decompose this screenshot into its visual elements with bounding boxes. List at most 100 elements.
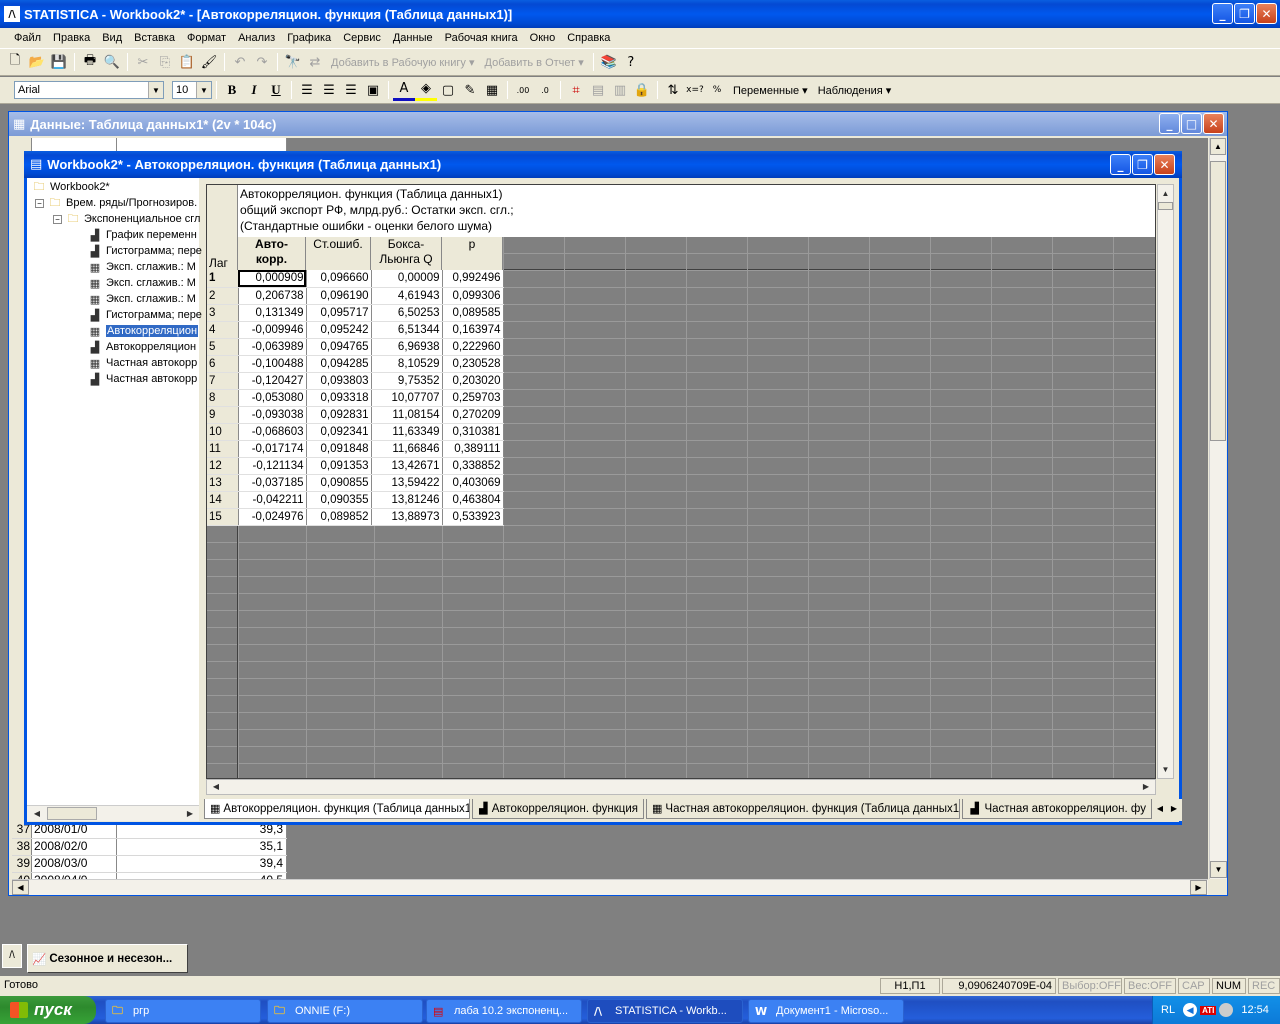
sheet-hscrollbar[interactable]: ◀ ▶ xyxy=(206,779,1156,795)
tree-item[interactable]: ▟ Автокорреляцион xyxy=(87,339,196,355)
lag-cell[interactable]: 8 xyxy=(207,389,239,407)
observations-menu[interactable]: Наблюдения ▾ xyxy=(813,84,897,97)
align-center-icon[interactable]: ☰ xyxy=(318,79,340,101)
variables-icon[interactable]: ⌗ xyxy=(565,79,587,101)
data-cell[interactable]: 0,310381 xyxy=(442,423,504,441)
tree-item[interactable]: ▦ Эксп. сглажив.: М xyxy=(87,259,196,275)
data-cell[interactable]: 13,42671 xyxy=(371,457,443,475)
network-icon[interactable]: ◀ xyxy=(1183,1003,1198,1017)
taskbar-item[interactable]: 🗀 ONNIE (F:) xyxy=(267,999,423,1023)
data-cell[interactable]: 0,389111 xyxy=(442,440,504,458)
data-cell[interactable]: 0,259703 xyxy=(442,389,504,407)
close-button[interactable]: ✕ xyxy=(1154,154,1175,175)
lag-cell[interactable]: 5 xyxy=(207,338,239,356)
align-right-icon[interactable]: ☰ xyxy=(340,79,362,101)
formula-icon[interactable]: x=? xyxy=(684,79,706,101)
sheet-tab[interactable]: ▟ Частная автокорреляцион. фу xyxy=(962,799,1152,819)
data-cell[interactable]: -0,068603 xyxy=(238,423,307,441)
data-row[interactable]: 38 2008/02/0 35,1 xyxy=(12,839,287,856)
data-cell[interactable]: -0,100488 xyxy=(238,355,307,373)
font-select[interactable]: Arial ▼ xyxy=(14,81,164,99)
data-cell[interactable]: 0,093318 xyxy=(306,389,372,407)
lag-cell[interactable]: 14 xyxy=(207,491,239,509)
data-cell[interactable]: -0,121134 xyxy=(238,457,307,475)
save-icon[interactable]: 💾 xyxy=(48,51,70,73)
open-icon[interactable]: 📂 xyxy=(26,51,48,73)
cases-icon[interactable]: ▤ xyxy=(587,79,609,101)
data-cell[interactable]: 0,092831 xyxy=(306,406,372,424)
borders-icon[interactable]: ▢ xyxy=(437,79,459,101)
data-cell[interactable]: 0,099306 xyxy=(442,287,504,305)
minimized-window[interactable]: 📈 Сезонное и несезон... xyxy=(27,944,188,973)
data-cell[interactable]: -0,120427 xyxy=(238,372,307,390)
scroll-thumb[interactable] xyxy=(1210,161,1226,441)
scroll-right-icon[interactable]: ▶ xyxy=(182,806,198,821)
menu-item[interactable]: Файл xyxy=(8,29,47,47)
taskbar-item[interactable]: 🗀 ргр xyxy=(105,999,261,1023)
tree-item[interactable]: ▦ Частная автокорр xyxy=(87,355,197,371)
data-cell[interactable]: 0,094285 xyxy=(306,355,372,373)
paste-icon[interactable]: 📋 xyxy=(176,51,198,73)
data-cell[interactable]: 0,222960 xyxy=(442,338,504,356)
collapse-toggle-icon[interactable]: − xyxy=(35,198,44,208)
sort-icon[interactable]: ⇅ xyxy=(662,79,684,101)
undo-icon[interactable]: ↶ xyxy=(229,51,251,73)
format-painter-icon[interactable]: 🖌 xyxy=(198,51,220,73)
data-cell[interactable]: 6,50253 xyxy=(371,304,443,322)
lag-cell[interactable]: 9 xyxy=(207,406,239,424)
data-cell[interactable]: -0,053080 xyxy=(238,389,307,407)
restore-button[interactable]: ❐ xyxy=(1132,154,1153,175)
data-cell[interactable]: 6,96938 xyxy=(371,338,443,356)
lag-cell[interactable]: 10 xyxy=(207,423,239,441)
data-cell[interactable]: -0,024976 xyxy=(238,508,307,526)
lag-cell[interactable]: 12 xyxy=(207,457,239,475)
close-button[interactable]: ✕ xyxy=(1203,113,1224,134)
lock-icon[interactable]: 🔒 xyxy=(631,79,653,101)
lag-cell[interactable]: 2 xyxy=(207,287,239,305)
menu-item[interactable]: Вид xyxy=(96,29,128,47)
book-icon[interactable]: 📚 xyxy=(598,51,620,73)
data-cell[interactable]: 11,66846 xyxy=(371,440,443,458)
decrease-decimal-icon[interactable]: .0 xyxy=(534,79,556,101)
data-cell[interactable]: 10,07707 xyxy=(371,389,443,407)
data-cell[interactable]: 0,096190 xyxy=(306,287,372,305)
tree-item[interactable]: ▟ Частная автокорр xyxy=(87,371,197,387)
tree-hscrollbar[interactable]: ◀ ▶ xyxy=(27,805,199,821)
data-cell[interactable]: 11,08154 xyxy=(371,406,443,424)
help-icon[interactable]: ? xyxy=(620,51,642,73)
data-cell[interactable]: 0,230528 xyxy=(442,355,504,373)
scroll-down-icon[interactable]: ▼ xyxy=(1158,761,1173,778)
new-icon[interactable]: 🗋 xyxy=(4,51,26,73)
taskbar-item[interactable]: /\ STATISTICA - Workb... xyxy=(587,999,743,1023)
scroll-left-icon[interactable]: ◀ xyxy=(12,880,29,895)
date-cell[interactable]: 2008/03/0 xyxy=(34,856,87,870)
start-button[interactable]: пуск xyxy=(0,996,96,1024)
scroll-up-icon[interactable]: ▲ xyxy=(1210,138,1226,155)
collapse-toggle-icon[interactable]: − xyxy=(53,214,62,224)
italic-button[interactable]: I xyxy=(243,79,265,101)
value-cell[interactable]: 35,1 xyxy=(117,839,283,853)
data-cell[interactable]: 0,092341 xyxy=(306,423,372,441)
data-cell[interactable]: 0,000909 xyxy=(238,270,307,288)
spec-icon[interactable]: ▥ xyxy=(609,79,631,101)
value-cell[interactable]: 39,4 xyxy=(117,856,283,870)
tab-scroll-left-icon[interactable]: ◀ xyxy=(1154,801,1166,817)
data-cell[interactable]: 8,10529 xyxy=(371,355,443,373)
data-cell[interactable]: -0,063989 xyxy=(238,338,307,356)
data-cell[interactable]: 13,81246 xyxy=(371,491,443,509)
lag-cell[interactable]: 13 xyxy=(207,474,239,492)
data-cell[interactable]: 4,61943 xyxy=(371,287,443,305)
minimize-button[interactable]: _ xyxy=(1212,3,1233,24)
col-header-q[interactable]: Бокса- Льюнга Q xyxy=(371,237,442,270)
app-title-bar[interactable]: /\ STATISTICA - Workbook2* - [Автокоррел… xyxy=(0,0,1280,28)
data-cell[interactable]: 0,206738 xyxy=(238,287,307,305)
menu-item[interactable]: Анализ xyxy=(232,29,281,47)
menu-item[interactable]: Рабочая книга xyxy=(439,29,524,47)
scroll-thumb[interactable] xyxy=(47,807,97,820)
tree-item[interactable]: − 🗀 Экспоненциальное сгл xyxy=(53,211,200,227)
grid-icon[interactable]: ▦ xyxy=(481,79,503,101)
data-window-title-bar[interactable]: ▦ Данные: Таблица данных1* (2v * 104c) _… xyxy=(9,112,1227,136)
statistica-icon[interactable]: /\ xyxy=(2,944,22,968)
data-cell[interactable]: -0,093038 xyxy=(238,406,307,424)
tree-item[interactable]: ▦ Эксп. сглажив.: М xyxy=(87,291,196,307)
